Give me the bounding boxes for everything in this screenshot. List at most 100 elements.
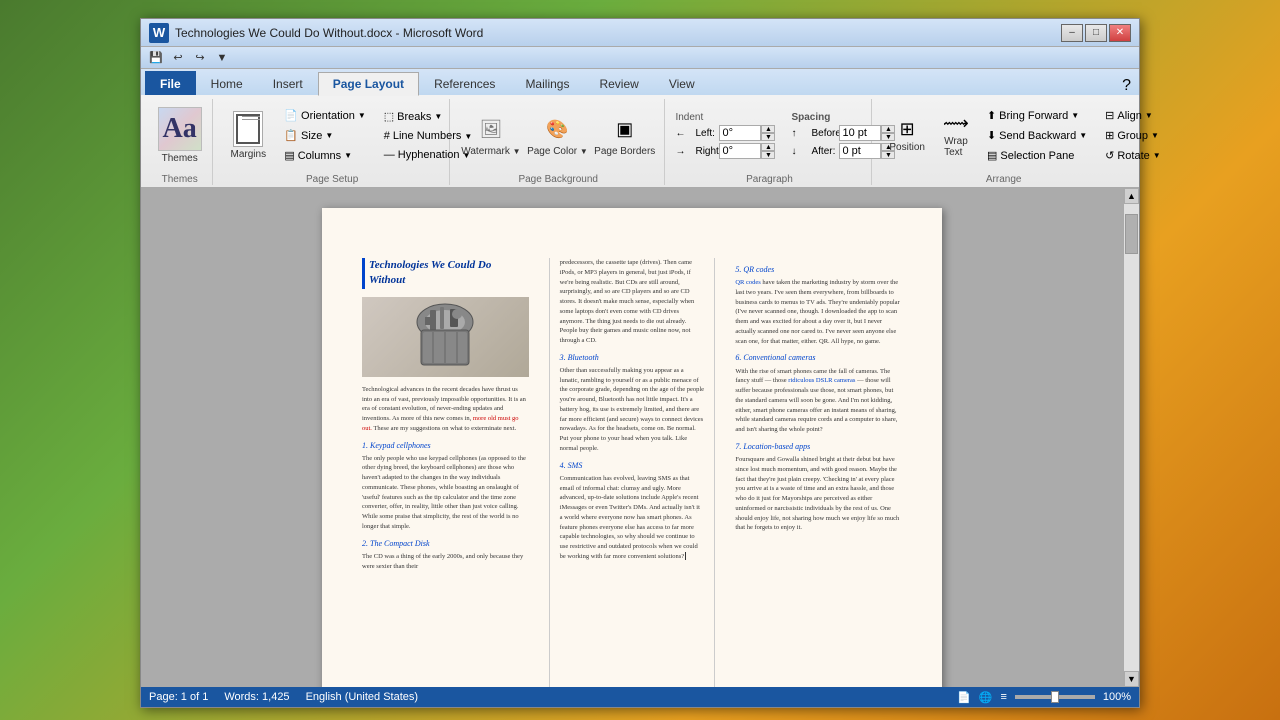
indent-row: Indent — [675, 112, 775, 123]
page-setup-content: Margins 📄 Orientation ▼ 📋 Size ▼ — [223, 99, 441, 172]
ribbon: File Home Insert Page Layout References … — [141, 69, 1139, 188]
arrange-col3: ⬆ Bring Forward ▼ ⬇ Send Backward ▼ ▤ Se… — [980, 106, 1094, 165]
page-color-button[interactable]: 🎨 Page Color ▼ — [526, 110, 589, 161]
paragraph-section: Indent ← Left: ▲ ▼ — [675, 112, 775, 159]
section-7-heading: 7. Location-based apps — [735, 441, 902, 452]
word-window: W Technologies We Could Do Without.docx … — [140, 18, 1140, 708]
tab-review[interactable]: Review — [584, 71, 653, 95]
position-button[interactable]: ⊞ Position — [882, 115, 932, 157]
close-button[interactable]: ✕ — [1109, 24, 1131, 42]
redo-button[interactable]: ↪ — [191, 49, 209, 67]
send-backward-button[interactable]: ⬇ Send Backward ▼ — [980, 126, 1094, 145]
zoom-level: 100% — [1103, 691, 1131, 703]
tab-view[interactable]: View — [654, 71, 710, 95]
page-borders-button[interactable]: ▣ Page Borders — [593, 110, 656, 161]
indent-left-arrows: ▲ ▼ — [761, 125, 775, 141]
spacing-after-icon: ↓ — [791, 146, 807, 157]
indent-right-label: Right: — [695, 146, 715, 157]
vertical-scrollbar[interactable]: ▲ ▼ — [1123, 188, 1139, 687]
right-column: 5. QR codes QR codes have taken the mark… — [735, 258, 902, 687]
selection-pane-icon: ▤ — [987, 149, 997, 162]
section-1-heading: 1. Keypad cellphones — [362, 440, 529, 451]
trash-image — [362, 297, 529, 377]
indent-right-up[interactable]: ▲ — [761, 143, 775, 151]
maximize-button[interactable]: □ — [1085, 24, 1107, 42]
page-borders-icon: ▣ — [610, 114, 640, 144]
themes-button[interactable]: Aa Themes — [151, 103, 209, 168]
spacing-before-label: Before: — [811, 128, 835, 139]
scroll-up-button[interactable]: ▲ — [1124, 188, 1139, 204]
view-outline-icon[interactable]: ≡ — [1000, 691, 1006, 703]
paragraph-content: Indent ← Left: ▲ ▼ — [675, 99, 863, 172]
indent-right-down[interactable]: ▼ — [761, 151, 775, 159]
language-info: English (United States) — [306, 691, 419, 703]
spacing-label: Spacing — [791, 112, 846, 123]
tab-mailings[interactable]: Mailings — [510, 71, 584, 95]
margins-icon — [233, 111, 263, 147]
section-3-heading: 3. Bluetooth — [560, 352, 705, 363]
zoom-slider[interactable] — [1015, 695, 1095, 699]
word-icon: W — [149, 23, 169, 43]
indent-left-down[interactable]: ▼ — [761, 133, 775, 141]
rotate-button[interactable]: ↺ Rotate ▼ — [1098, 146, 1168, 165]
quick-access-toolbar: 💾 ↩ ↪ ▼ — [141, 47, 1139, 69]
minimize-button[interactable]: – — [1061, 24, 1083, 42]
help-icon[interactable]: ? — [1122, 77, 1131, 95]
size-icon: 📋 — [284, 129, 298, 142]
scroll-track[interactable] — [1124, 204, 1139, 671]
view-web-icon[interactable]: 🌐 — [979, 691, 993, 704]
section-1-text: The only people who use keypad cellphone… — [362, 454, 529, 532]
bring-forward-button[interactable]: ⬆ Bring Forward ▼ — [980, 106, 1094, 125]
indent-left-input[interactable]: ▲ ▼ — [719, 125, 775, 141]
align-button[interactable]: ⊟ Align ▼ — [1098, 106, 1168, 125]
undo-button[interactable]: ↩ — [169, 49, 187, 67]
columns-arrow: ▼ — [344, 151, 352, 160]
tab-page-layout[interactable]: Page Layout — [318, 72, 419, 96]
themes-group-content: Aa Themes — [155, 99, 204, 172]
columns-icon: ▤ — [284, 149, 294, 162]
page-background-content: 🖼 Watermark ▼ 🎨 Page Color ▼ ▣ Page Bord… — [460, 99, 657, 172]
indent-label: Indent — [675, 112, 730, 123]
page-setup-group: Margins 📄 Orientation ▼ 📋 Size ▼ — [215, 99, 450, 185]
indent-left-field[interactable] — [719, 125, 761, 141]
indent-right-input[interactable]: ▲ ▼ — [719, 143, 775, 159]
section-6-text: With the rise of smart phones came the f… — [735, 367, 902, 435]
orientation-button[interactable]: 📄 Orientation ▼ — [277, 106, 372, 125]
document-container[interactable]: Technologies We Could Do Without — [141, 188, 1123, 687]
window-title: Technologies We Could Do Without.docx - … — [175, 26, 483, 40]
indent-right-arrows: ▲ ▼ — [761, 143, 775, 159]
section-3-text: Other than successfully making you appea… — [560, 366, 705, 454]
save-button[interactable]: 💾 — [147, 49, 165, 67]
customize-button[interactable]: ▼ — [213, 49, 231, 67]
scroll-down-button[interactable]: ▼ — [1124, 671, 1139, 687]
themes-group-label: Themes — [155, 172, 204, 185]
wrap-text-button[interactable]: ⟿ WrapText — [936, 109, 976, 162]
arrange-group-label: Arrange — [882, 172, 1125, 185]
selection-pane-button[interactable]: ▤ Selection Pane — [980, 146, 1094, 165]
document-page: Technologies We Could Do Without — [322, 208, 942, 687]
tab-insert[interactable]: Insert — [258, 71, 318, 95]
rotate-icon: ↺ — [1105, 149, 1114, 162]
indent-left-icon: ← — [675, 128, 691, 139]
margins-button[interactable]: Margins — [223, 107, 273, 164]
zoom-thumb[interactable] — [1051, 691, 1059, 703]
bring-forward-icon: ⬆ — [987, 109, 996, 122]
page-color-icon: 🎨 — [542, 114, 572, 144]
group-button[interactable]: ⊞ Group ▼ — [1098, 126, 1168, 145]
columns-button[interactable]: ▤ Columns ▼ — [277, 146, 372, 165]
document-area: Technologies We Could Do Without — [141, 188, 1139, 687]
arrange-col1: ⊞ Position — [882, 115, 932, 157]
tab-file[interactable]: File — [145, 71, 196, 95]
indent-right-row: → Right: ▲ ▼ — [675, 143, 775, 159]
indent-left-up[interactable]: ▲ — [761, 125, 775, 133]
indent-right-field[interactable] — [719, 143, 761, 159]
ribbon-tabs: File Home Insert Page Layout References … — [141, 69, 1139, 95]
section-5-text: QR codes have taken the marketing indust… — [735, 278, 902, 346]
size-button[interactable]: 📋 Size ▼ — [277, 126, 372, 145]
tab-home[interactable]: Home — [196, 71, 258, 95]
section-2-text: The CD was a thing of the early 2000s, a… — [362, 552, 529, 572]
watermark-button[interactable]: 🖼 Watermark ▼ — [460, 110, 522, 161]
tab-references[interactable]: References — [419, 71, 510, 95]
scroll-thumb[interactable] — [1125, 214, 1138, 254]
view-normal-icon[interactable]: 📄 — [957, 691, 971, 704]
